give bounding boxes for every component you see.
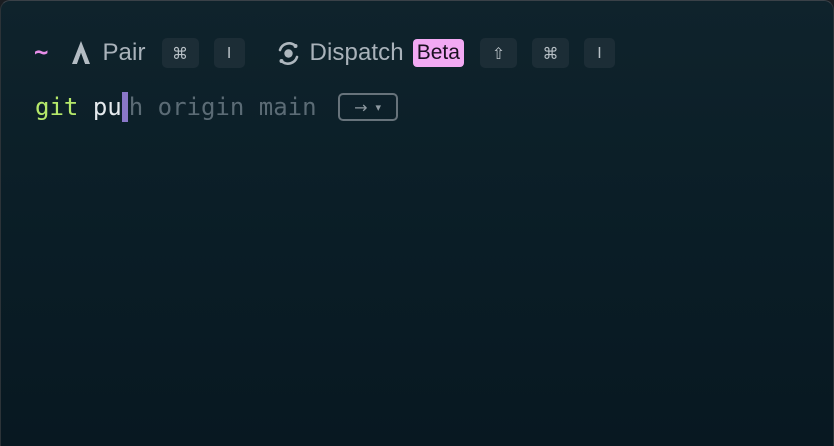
command-typed-text: pu (92, 93, 122, 121)
pair-icon (70, 40, 92, 66)
input-toolbar: ~ Pair ⌘ I Dispatch Beta ⇧ ⌘ I (34, 36, 615, 70)
chevron-down-icon: ▾ (375, 100, 382, 114)
dispatch-shortcut-key-shift: ⇧ (479, 38, 517, 68)
dispatch-shortcut-key-i: I (583, 38, 615, 68)
cwd-prompt-symbol: ~ (34, 38, 49, 66)
beta-badge: Beta (412, 39, 464, 67)
dispatch-icon (276, 41, 301, 66)
terminal-window: ~ Pair ⌘ I Dispatch Beta ⇧ ⌘ I git pu h o… (0, 0, 834, 446)
dispatch-label[interactable]: Dispatch (310, 39, 404, 67)
text-cursor (121, 92, 128, 122)
command-input[interactable]: git pu h origin main → ▾ (35, 89, 398, 125)
pair-label[interactable]: Pair (102, 39, 145, 67)
autosuggestion-text: h origin main (128, 93, 317, 121)
pair-shortcut-key-cmd: ⌘ (161, 38, 199, 68)
dispatch-shortcut-key-cmd: ⌘ (531, 38, 569, 68)
command-program: git (35, 93, 79, 121)
pair-shortcut-key-i: I (213, 38, 245, 68)
arrow-right-icon: → (354, 97, 368, 117)
accept-suggestion-button[interactable]: → ▾ (337, 93, 398, 121)
